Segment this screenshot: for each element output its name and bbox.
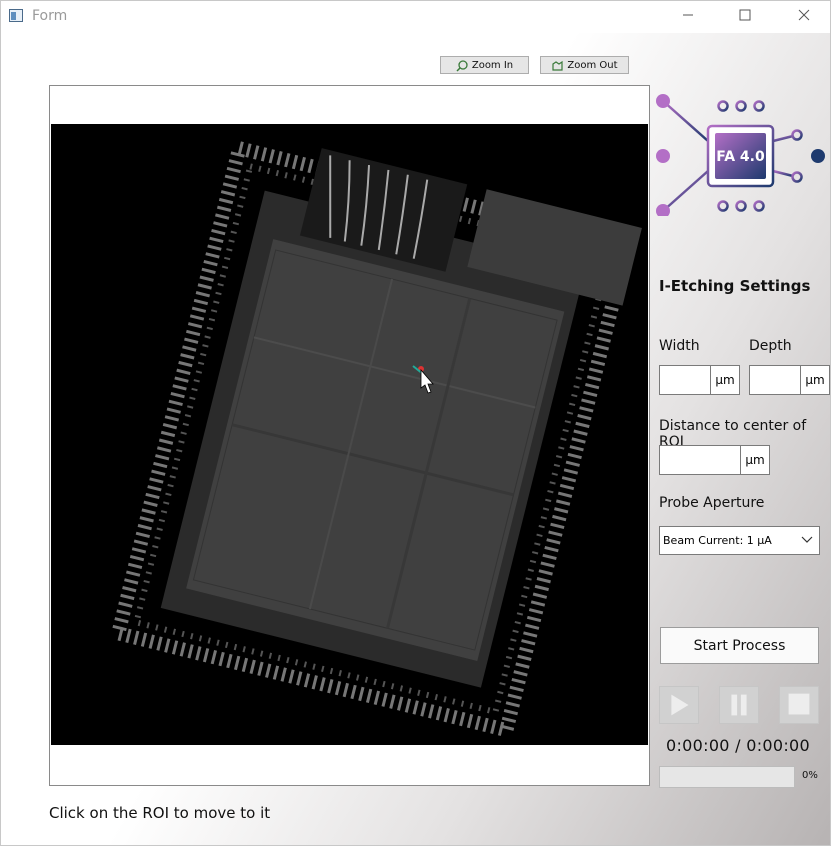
progress-percent: 0%	[802, 770, 818, 781]
zoom-in-button[interactable]: Zoom In	[440, 56, 529, 74]
chip-image	[51, 124, 648, 745]
distance-field[interactable]: μm	[659, 445, 770, 475]
distance-input[interactable]	[660, 446, 740, 474]
play-icon	[671, 694, 689, 716]
maximize-icon	[739, 9, 751, 21]
elapsed-timer: 0:00:00 / 0:00:00	[666, 736, 811, 755]
maximize-button[interactable]	[722, 1, 768, 33]
stop-button[interactable]	[779, 686, 819, 724]
distance-unit: μm	[740, 446, 769, 474]
fa40-logo: FA 4.0	[656, 94, 825, 216]
chevron-down-icon	[801, 536, 813, 543]
close-icon	[798, 9, 810, 21]
close-button[interactable]	[781, 1, 827, 33]
depth-unit: μm	[800, 366, 829, 394]
minimize-icon	[683, 14, 693, 16]
zoom-in-icon	[456, 59, 468, 72]
zoom-out-icon	[552, 60, 564, 71]
width-label: Width	[659, 338, 700, 354]
minimize-button[interactable]	[665, 1, 711, 33]
play-button[interactable]	[659, 686, 699, 724]
status-label: Click on the ROI to move to it	[49, 804, 271, 822]
progress-bar	[659, 766, 795, 788]
title-bar: Form	[1, 1, 830, 33]
form-window: Form Zoom In Zoom Out FA 4.0 I-Etching S…	[0, 0, 831, 846]
depth-input[interactable]	[750, 366, 800, 394]
app-icon	[9, 9, 23, 22]
pause-icon	[731, 694, 747, 716]
depth-label: Depth	[749, 338, 792, 354]
sem-image[interactable]	[51, 124, 648, 745]
window-title: Form	[32, 8, 68, 24]
width-field[interactable]: μm	[659, 365, 740, 395]
zoom-out-button[interactable]: Zoom Out	[540, 56, 629, 74]
width-unit: μm	[710, 366, 739, 394]
image-view[interactable]	[49, 85, 650, 786]
aperture-label: Probe Aperture	[659, 495, 765, 511]
settings-title: I-Etching Settings	[659, 277, 811, 295]
stop-icon	[788, 693, 810, 715]
zoom-in-label: Zoom In	[471, 59, 514, 71]
pause-button[interactable]	[719, 686, 759, 724]
depth-field[interactable]: μm	[749, 365, 830, 395]
width-input[interactable]	[660, 366, 710, 394]
logo-text: FA 4.0	[716, 149, 765, 165]
aperture-select[interactable]: Beam Current: 1 μA	[659, 526, 820, 555]
zoom-out-label: Zoom Out	[567, 59, 618, 71]
start-process-button[interactable]: Start Process	[660, 627, 819, 664]
aperture-selected: Beam Current: 1 μA	[663, 534, 772, 547]
